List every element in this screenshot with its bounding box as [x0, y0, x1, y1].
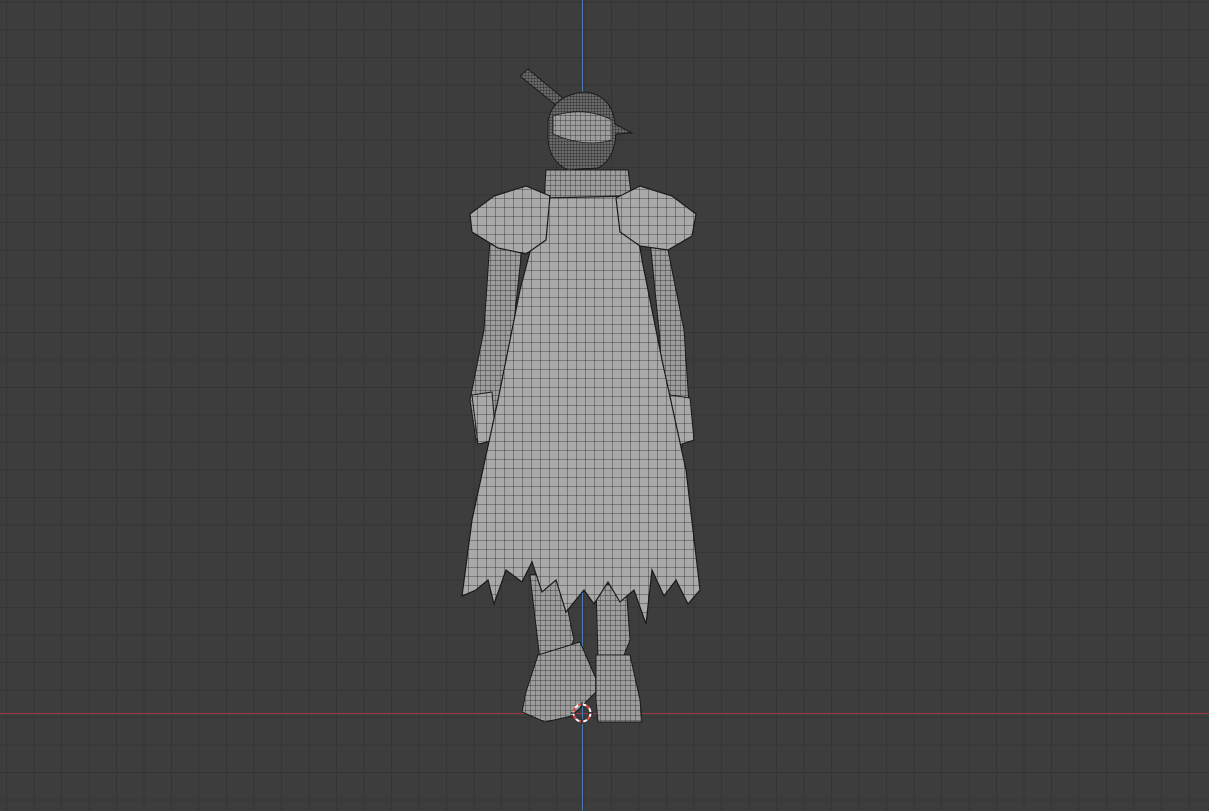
3d-viewport[interactable] [0, 0, 1209, 811]
left-shoulder-pad [469, 185, 551, 255]
3d-cursor-icon[interactable] [571, 702, 593, 724]
head [547, 91, 634, 171]
character-mesh[interactable] [0, 0, 1209, 811]
right-leg [595, 584, 643, 723]
